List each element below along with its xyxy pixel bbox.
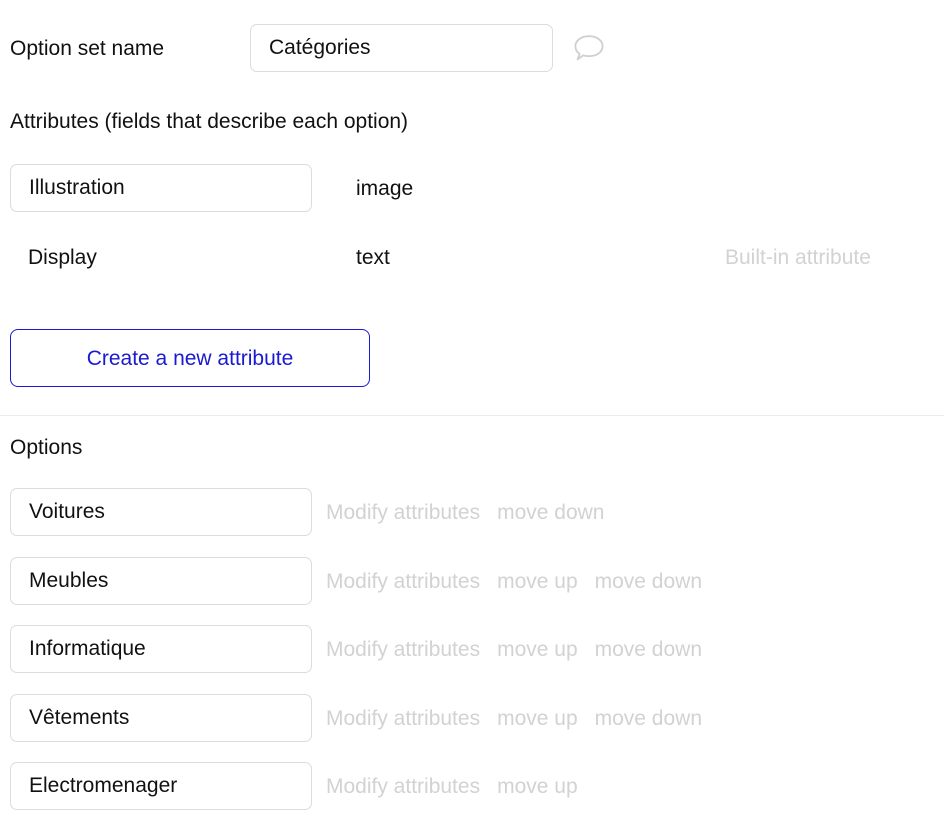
create-a-new-attribute-button[interactable]: Create a new attribute bbox=[10, 329, 370, 387]
attribute-builtin-note-display: Built-in attribute bbox=[725, 246, 871, 269]
attributes-heading: Attributes (fields that describe each op… bbox=[10, 110, 409, 133]
modify-attributes-link[interactable]: Modify attributes bbox=[326, 776, 480, 797]
attribute-name-display: Display bbox=[28, 246, 97, 269]
option-row: Modify attributes move up move down bbox=[0, 693, 944, 742]
move-up-link[interactable]: move up bbox=[497, 776, 578, 797]
option-value-input[interactable] bbox=[10, 762, 312, 810]
option-set-name-input[interactable] bbox=[250, 24, 553, 72]
move-up-link[interactable]: move up bbox=[497, 708, 578, 729]
modify-attributes-link[interactable]: Modify attributes bbox=[326, 571, 480, 592]
option-row: Modify attributes move up move down bbox=[0, 556, 944, 605]
move-up-link[interactable]: move up bbox=[497, 571, 578, 592]
option-row: Modify attributes move up move down bbox=[0, 625, 944, 673]
option-value-input[interactable] bbox=[10, 488, 312, 536]
option-set-editor-page: Option set name Attributes (fields that … bbox=[0, 0, 944, 836]
attribute-type-display: text bbox=[356, 246, 390, 269]
option-value-input[interactable] bbox=[10, 556, 312, 605]
modify-attributes-link[interactable]: Modify attributes bbox=[326, 708, 480, 729]
attribute-type-illustration: image bbox=[356, 177, 414, 200]
option-value-input[interactable] bbox=[10, 693, 312, 742]
option-actions: Modify attributes move up move down bbox=[326, 708, 702, 729]
move-up-link[interactable]: move up bbox=[497, 639, 578, 660]
option-actions: Modify attributes move down bbox=[326, 502, 604, 523]
option-actions: Modify attributes move up move down bbox=[326, 639, 702, 660]
attribute-name-input-illustration[interactable] bbox=[10, 164, 312, 212]
option-actions: Modify attributes move up move down bbox=[326, 571, 702, 592]
section-divider bbox=[0, 415, 944, 416]
option-actions: Modify attributes move up bbox=[326, 776, 578, 797]
speech-bubble-icon[interactable] bbox=[572, 32, 606, 64]
modify-attributes-link[interactable]: Modify attributes bbox=[326, 639, 480, 660]
move-down-link[interactable]: move down bbox=[595, 571, 702, 592]
move-down-link[interactable]: move down bbox=[595, 708, 702, 729]
modify-attributes-link[interactable]: Modify attributes bbox=[326, 502, 480, 523]
move-down-link[interactable]: move down bbox=[497, 502, 604, 523]
option-row: Modify attributes move up bbox=[0, 762, 944, 810]
option-value-input[interactable] bbox=[10, 625, 312, 673]
option-set-name-label: Option set name bbox=[10, 37, 165, 60]
options-heading: Options bbox=[10, 436, 83, 459]
option-row: Modify attributes move down bbox=[0, 488, 944, 536]
move-down-link[interactable]: move down bbox=[595, 639, 702, 660]
